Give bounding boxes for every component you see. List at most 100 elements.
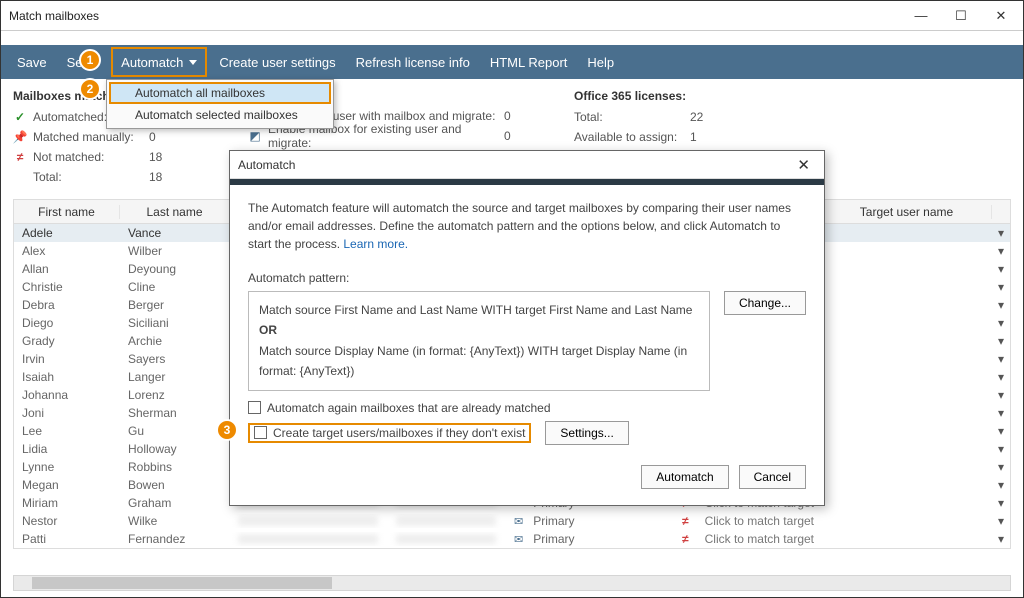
cell-first-name: Grady <box>14 334 120 348</box>
row-dropdown-arrow[interactable]: ▾ <box>992 316 1010 330</box>
dialog-description-text: The Automatch feature will automatch the… <box>248 201 791 251</box>
row-dropdown-arrow[interactable]: ▾ <box>992 388 1010 402</box>
matched-manually-label: Matched manually: <box>33 130 143 144</box>
enable-mailbox-value: 0 <box>504 129 534 143</box>
row-dropdown-arrow[interactable]: ▾ <box>992 424 1010 438</box>
o365-avail-label: Available to assign: <box>574 130 684 144</box>
o365-total-value: 22 <box>690 110 720 124</box>
not-matched-value: 18 <box>149 150 179 164</box>
cell-first-name: Miriam <box>14 496 120 510</box>
not-equal-icon: ≠ <box>676 532 695 546</box>
mailbox-type: Primary <box>533 514 574 528</box>
blurred-text <box>396 534 496 544</box>
checkbox-icon[interactable] <box>248 401 261 414</box>
row-dropdown-arrow[interactable]: ▾ <box>992 334 1010 348</box>
cancel-button[interactable]: Cancel <box>739 465 806 489</box>
cell-middle: ✉Primary≠Click to match target <box>230 532 822 546</box>
submenu-automatch-all[interactable]: Automatch all mailboxes <box>109 82 331 104</box>
col-first-name[interactable]: First name <box>14 205 120 219</box>
cell-first-name: Alex <box>14 244 120 258</box>
blurred-text <box>238 516 378 526</box>
menu-save[interactable]: Save <box>7 45 57 79</box>
learn-more-link[interactable]: Learn more. <box>343 237 408 251</box>
cell-first-name: Debra <box>14 298 120 312</box>
row-dropdown-arrow[interactable]: ▾ <box>992 406 1010 420</box>
cell-first-name: Allan <box>14 262 120 276</box>
menu-create-user-settings[interactable]: Create user settings <box>209 45 345 79</box>
row-dropdown-arrow[interactable]: ▾ <box>992 478 1010 492</box>
minimize-button[interactable]: — <box>907 6 935 26</box>
dialog-close-button[interactable]: ✕ <box>791 156 816 174</box>
automatch-button[interactable]: Automatch <box>641 465 728 489</box>
blurred-text <box>238 534 378 544</box>
row-dropdown-arrow[interactable]: ▾ <box>992 514 1010 528</box>
table-row[interactable]: NestorWilke✉Primary≠Click to match targe… <box>14 512 1010 530</box>
cell-first-name: Christie <box>14 280 120 294</box>
cell-first-name: Adele <box>14 226 120 240</box>
matched-manually-value: 0 <box>149 130 179 144</box>
cell-first-name: Johanna <box>14 388 120 402</box>
cell-first-name: Lidia <box>14 442 120 456</box>
cell-first-name: Lynne <box>14 460 120 474</box>
change-button[interactable]: Change... <box>724 291 806 315</box>
row-dropdown-arrow[interactable]: ▾ <box>992 460 1010 474</box>
checkbox-icon[interactable] <box>254 426 267 439</box>
row-dropdown-arrow[interactable]: ▾ <box>992 496 1010 510</box>
horizontal-scrollbar[interactable] <box>13 575 1011 591</box>
cell-last-name: Cline <box>120 280 230 294</box>
cell-last-name: Sherman <box>120 406 230 420</box>
cell-last-name: Holloway <box>120 442 230 456</box>
cell-last-name: Sayers <box>120 352 230 366</box>
menu-help[interactable]: Help <box>577 45 624 79</box>
cell-last-name: Siciliani <box>120 316 230 330</box>
dialog-titlebar: Automatch ✕ <box>230 151 824 179</box>
cell-last-name: Wilke <box>120 514 230 528</box>
submenu-automatch-selected[interactable]: Automatch selected mailboxes <box>109 104 331 126</box>
o365-licenses-title: Office 365 licenses: <box>574 89 774 103</box>
row-dropdown-arrow[interactable]: ▾ <box>992 370 1010 384</box>
row-dropdown-arrow[interactable]: ▾ <box>992 226 1010 240</box>
table-row[interactable]: PattiFernandez✉Primary≠Click to match ta… <box>14 530 1010 548</box>
cell-first-name: Patti <box>14 532 120 546</box>
checkbox-create-target-row[interactable]: Create target users/mailboxes if they do… <box>248 423 531 443</box>
cell-first-name: Lee <box>14 424 120 438</box>
menu-refresh-license[interactable]: Refresh license info <box>346 45 480 79</box>
click-to-match[interactable]: Click to match target <box>705 514 814 528</box>
menu-automatch-label: Automatch <box>121 55 183 70</box>
close-button[interactable]: ✕ <box>987 6 1015 26</box>
automatch-pattern-label: Automatch pattern: <box>248 271 806 285</box>
row-dropdown-arrow[interactable]: ▾ <box>992 442 1010 456</box>
cell-last-name: Gu <box>120 424 230 438</box>
col-last-name[interactable]: Last name <box>120 205 230 219</box>
row-dropdown-arrow[interactable]: ▾ <box>992 352 1010 366</box>
row-dropdown-arrow[interactable]: ▾ <box>992 244 1010 258</box>
mailbox-enable-icon: ◩ <box>248 129 262 143</box>
settings-button[interactable]: Settings... <box>545 421 628 445</box>
cell-last-name: Deyoung <box>120 262 230 276</box>
automatch-dialog: Automatch ✕ The Automatch feature will a… <box>229 150 825 506</box>
scrollbar-thumb[interactable] <box>32 577 332 589</box>
not-equal-icon: ≠ <box>13 150 27 164</box>
automatch-pattern-box: Match source First Name and Last Name WI… <box>248 291 710 391</box>
not-matched-label: Not matched: <box>33 150 143 164</box>
col-target-user[interactable]: Target user name <box>822 205 992 219</box>
row-dropdown-arrow[interactable]: ▾ <box>992 298 1010 312</box>
window-titlebar: Match mailboxes — ☐ ✕ <box>1 1 1023 31</box>
click-to-match[interactable]: Click to match target <box>705 532 814 546</box>
cell-first-name: Diego <box>14 316 120 330</box>
menu-automatch[interactable]: Automatch <box>111 47 207 77</box>
cell-last-name: Robbins <box>120 460 230 474</box>
row-dropdown-arrow[interactable]: ▾ <box>992 532 1010 546</box>
row-dropdown-arrow[interactable]: ▾ <box>992 280 1010 294</box>
create-new-user-value: 0 <box>504 109 534 123</box>
menu-html-report[interactable]: HTML Report <box>480 45 578 79</box>
maximize-button[interactable]: ☐ <box>947 6 975 26</box>
pattern-line-1: Match source First Name and Last Name WI… <box>259 300 699 320</box>
row-dropdown-arrow[interactable]: ▾ <box>992 262 1010 276</box>
checkbox-automatch-again-row[interactable]: Automatch again mailboxes that are alrea… <box>248 401 806 415</box>
automatch-submenu: Automatch all mailboxes Automatch select… <box>106 79 334 129</box>
blurred-text <box>396 516 496 526</box>
total-value: 18 <box>149 170 179 184</box>
checkbox-automatch-again-label: Automatch again mailboxes that are alrea… <box>267 401 551 415</box>
cell-last-name: Archie <box>120 334 230 348</box>
